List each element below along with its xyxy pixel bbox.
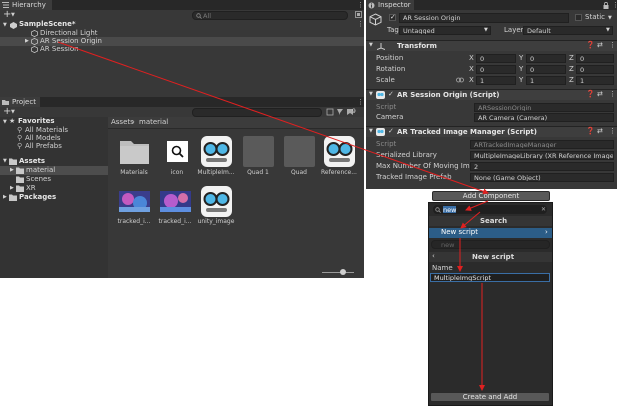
arrow-to-add-component — [57, 41, 489, 195]
annotation-arrows — [57, 41, 489, 391]
arrow-to-search — [465, 200, 489, 211]
arrow-to-new-script — [460, 211, 481, 229]
